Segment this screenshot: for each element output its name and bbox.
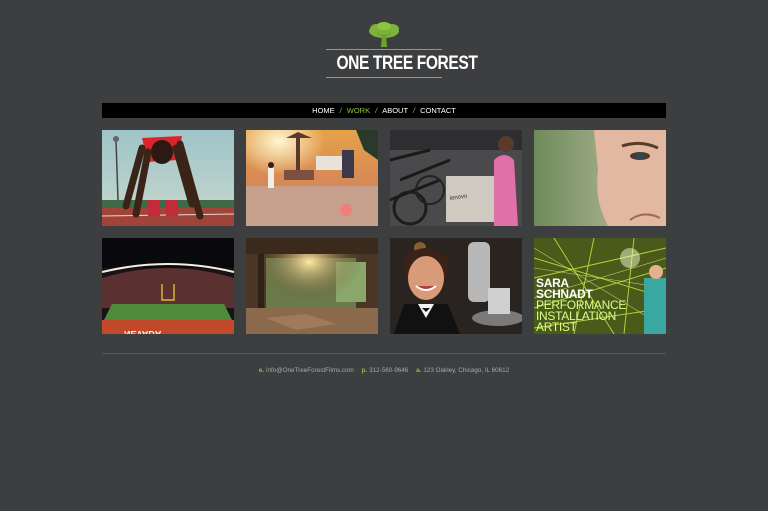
address-key: a.: [416, 367, 422, 374]
nav-about[interactable]: ABOUT: [382, 106, 408, 115]
laser-overlay-text: SARA SCHNADT PERFORMANCE INSTALLATION AR…: [536, 277, 626, 334]
thumbnail-waitress[interactable]: [390, 238, 522, 334]
nav-separator: /: [375, 106, 378, 115]
logo-top-rule: [326, 49, 442, 50]
nav-work[interactable]: WORK: [347, 106, 370, 115]
nav-contact[interactable]: CONTACT: [420, 106, 456, 115]
address-text: 123 Oakley, Chicago, IL 60612: [423, 367, 510, 374]
footer-contact: e. info@OneTreeForestFilms.com p. 312-560-…: [0, 366, 768, 376]
phone-key: p.: [361, 367, 368, 374]
email-link[interactable]: info@OneTreeForestFilms.com: [266, 367, 354, 374]
logo-bottom-rule: [326, 77, 442, 78]
overlay-line: ARTIST: [536, 320, 577, 334]
thumbnail-stadium[interactable]: NEVADA: [102, 238, 234, 334]
thumbnail-face-closeup[interactable]: [534, 130, 666, 226]
email-key: e.: [258, 367, 265, 374]
tree-icon: [369, 22, 399, 47]
main-nav: HOME / WORK / ABOUT / CONTACT: [102, 103, 666, 118]
phone-number: 312-560-9646: [369, 367, 409, 374]
nav-separator: /: [339, 106, 342, 115]
thumbnail-laser-installation[interactable]: SARA SCHNADT PERFORMANCE INSTALLATION AR…: [534, 238, 666, 334]
logo-wordmark: ONE TREE FOREST: [336, 53, 478, 74]
svg-text:NEVADA: NEVADA: [124, 329, 162, 334]
thumbnail-bicycles[interactable]: lenovo: [390, 130, 522, 226]
footer-divider: [102, 353, 666, 354]
thumbnail-rustic-room[interactable]: [246, 238, 378, 334]
nav-home[interactable]: HOME: [312, 106, 335, 115]
nav-separator: /: [413, 106, 416, 115]
site-logo[interactable]: ONE TREE FOREST: [326, 22, 478, 80]
thumbnail-sunset-plaza[interactable]: [246, 130, 378, 226]
thumbnail-sprinter[interactable]: [102, 130, 234, 226]
